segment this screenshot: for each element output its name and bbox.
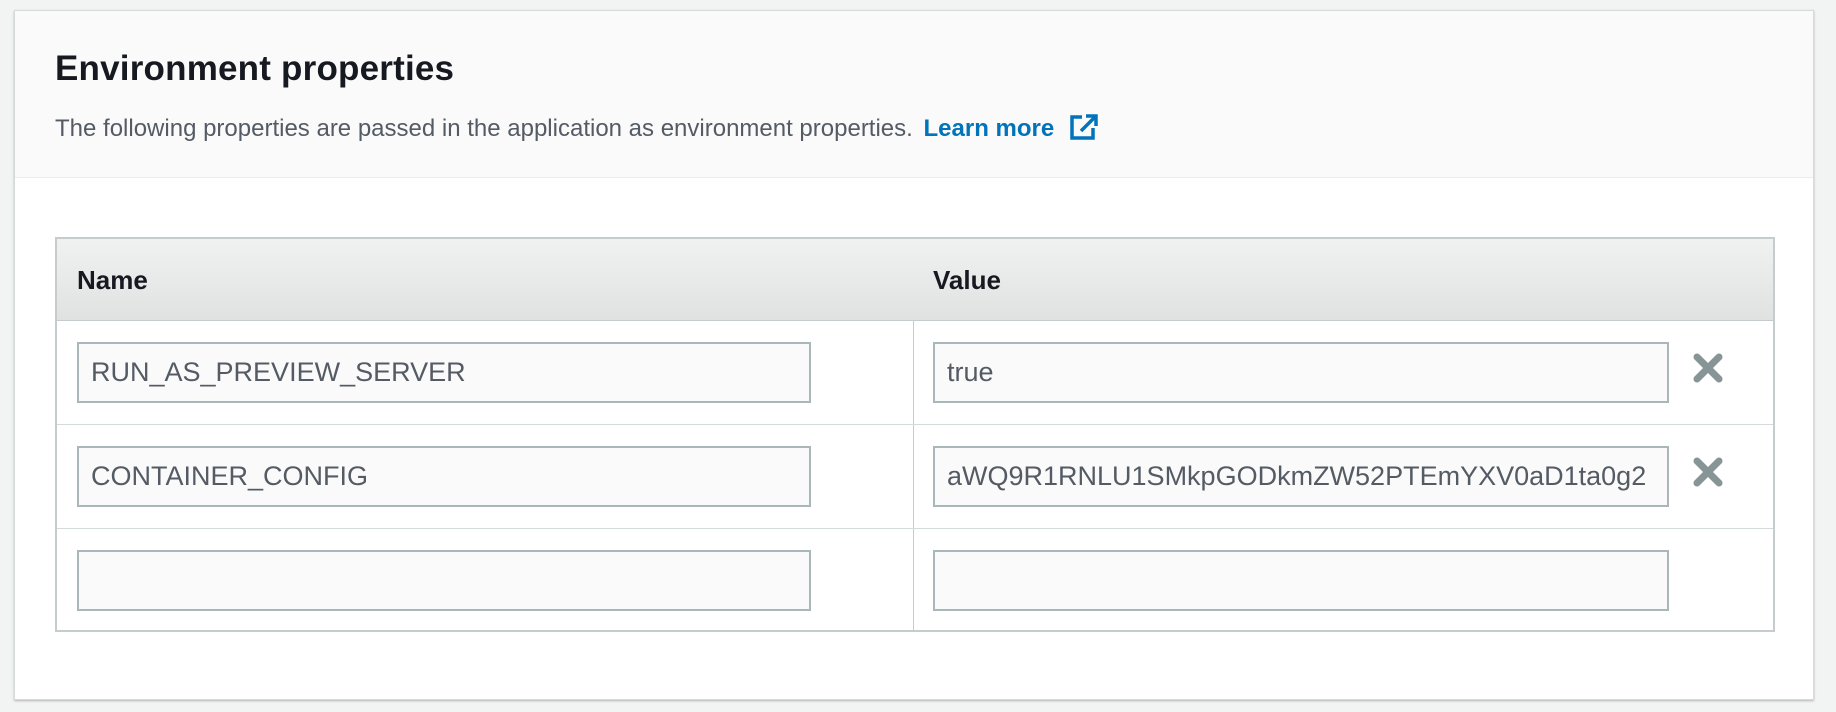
external-link-icon [1070, 114, 1098, 140]
table-row [57, 529, 1773, 633]
close-icon[interactable] [1691, 351, 1725, 385]
panel-title: Environment properties [55, 49, 455, 88]
column-header-value: Value [933, 265, 1001, 295]
learn-more-link[interactable]: Learn more [923, 114, 1099, 142]
column-header-name: Name [77, 265, 148, 295]
panel-header: Environment properties The following pro… [15, 11, 1813, 178]
description-text: The following properties are passed in t… [55, 115, 913, 142]
environment-properties-table: Name Value RUN_AS_PREVIEW_SERVER true CO… [55, 237, 1775, 632]
property-value-input[interactable]: aWQ9R1RNLU1SMkpGODkmZW52PTEmYXV0aD1ta0g2 [933, 446, 1669, 507]
new-property-name-input[interactable] [77, 550, 811, 611]
table-row: CONTAINER_CONFIG aWQ9R1RNLU1SMkpGODkmZW5… [57, 425, 1773, 529]
panel-description: The following properties are passed in t… [55, 113, 1099, 143]
new-property-value-input[interactable] [933, 550, 1669, 611]
property-name-input[interactable]: RUN_AS_PREVIEW_SERVER [77, 342, 811, 403]
table-row: RUN_AS_PREVIEW_SERVER true [57, 321, 1773, 425]
table-header: Name Value [57, 239, 1773, 321]
learn-more-label: Learn more [923, 115, 1055, 142]
property-value-input[interactable]: true [933, 342, 1669, 403]
environment-properties-panel: Environment properties The following pro… [14, 10, 1814, 700]
property-name-input[interactable]: CONTAINER_CONFIG [77, 446, 811, 507]
close-icon[interactable] [1691, 455, 1725, 489]
